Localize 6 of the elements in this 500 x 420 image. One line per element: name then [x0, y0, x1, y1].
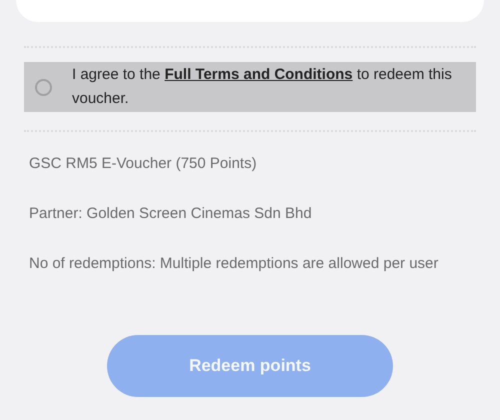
- detail-text: No of redemptions: Multiple redemptions are allowed per user: [29, 254, 440, 274]
- detail-text: Partner: Golden Screen Cinemas Sdn Bhd: [29, 204, 313, 224]
- detail-text: GSC RM5 E-Voucher (750 Points): [29, 154, 258, 174]
- terms-link[interactable]: Full Terms and Conditions: [164, 66, 353, 83]
- agreement-text: I agree to the Full Terms and Conditions to redeem this voucher.: [72, 65, 453, 109]
- agree-radio[interactable]: [35, 78, 52, 96]
